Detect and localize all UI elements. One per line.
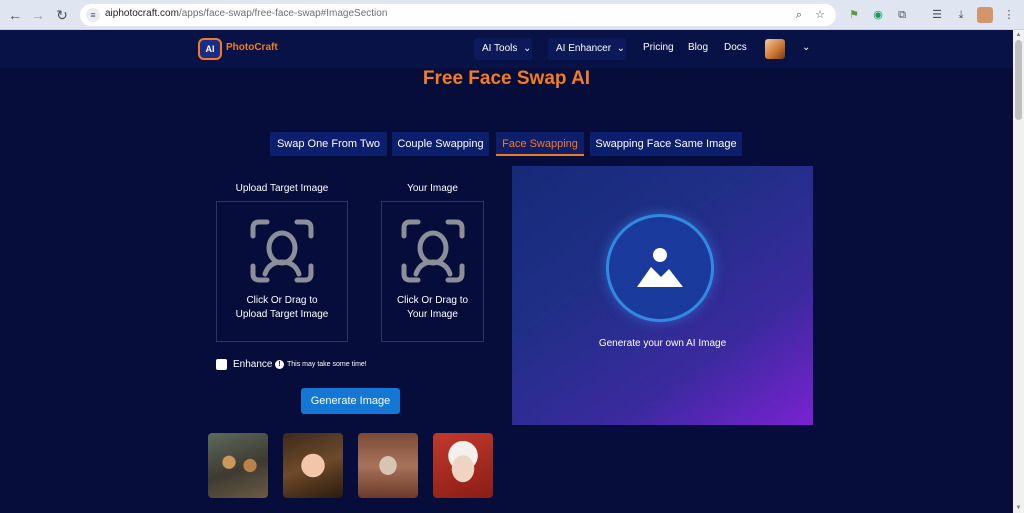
- browser-toolbar: ← → ↻ ≡ aiphotocraft.com/apps/face-swap/…: [0, 0, 1024, 30]
- face-scan-icon: [250, 219, 314, 283]
- url-path: /apps/face-swap/free-face-swap#ImageSect…: [178, 8, 388, 19]
- sample-image-2[interactable]: [283, 433, 343, 498]
- tab-couple-swapping[interactable]: Couple Swapping: [392, 132, 489, 156]
- your-image-prompt-line2: Your Image: [407, 309, 458, 320]
- reading-list-icon[interactable]: ☰: [929, 7, 945, 23]
- url-domain: aiphotocraft.com: [105, 8, 179, 19]
- menu-kebab-icon[interactable]: ⋮: [1001, 7, 1017, 23]
- enhance-note: This may take some time!: [287, 361, 367, 368]
- logo-mark: AI: [198, 38, 222, 60]
- upload-target-dropzone[interactable]: Click Or Drag to Upload Target Image: [216, 201, 348, 342]
- tab-swapping-face-same-image[interactable]: Swapping Face Same Image: [590, 132, 742, 156]
- scroll-up-icon[interactable]: ▲: [1013, 30, 1024, 40]
- sample-image-4[interactable]: [433, 433, 493, 498]
- your-image-prompt: Click Or Drag to Your Image: [382, 294, 483, 322]
- site-info-icon[interactable]: ≡: [86, 8, 100, 22]
- logo-text: PhotoCraft: [226, 42, 278, 53]
- upload-target-prompt-line2: Upload Target Image: [235, 309, 329, 320]
- grammar-extension-icon[interactable]: ◉: [870, 7, 886, 23]
- enhance-checkbox[interactable]: [216, 359, 227, 370]
- tab-swap-one-from-two[interactable]: Swap One From Two: [270, 132, 387, 156]
- site-header: AI PhotoCraft AI Tools ⌄ AI Enhancer ⌄ P…: [0, 30, 1013, 68]
- image-placeholder-icon: [637, 248, 683, 287]
- preview-placeholder: [606, 214, 714, 322]
- scroll-thumb[interactable]: [1015, 40, 1022, 120]
- forward-arrow-icon[interactable]: →: [29, 6, 47, 24]
- scroll-down-icon[interactable]: ▼: [1013, 503, 1024, 513]
- profile-avatar-icon[interactable]: [977, 7, 993, 23]
- your-image-dropzone[interactable]: Click Or Drag to Your Image: [381, 201, 484, 342]
- face-scan-icon: [401, 219, 464, 283]
- nav-ai-enhancer-label: AI Enhancer: [556, 43, 612, 54]
- sample-image-3[interactable]: [358, 433, 418, 498]
- extensions-puzzle-icon[interactable]: ⧉: [894, 7, 910, 23]
- nav-ai-tools[interactable]: AI Tools ⌄: [474, 38, 532, 60]
- tab-face-swapping[interactable]: Face Swapping: [496, 132, 584, 156]
- user-avatar[interactable]: [765, 39, 785, 59]
- address-bar[interactable]: ≡ aiphotocraft.com/apps/face-swap/free-f…: [80, 4, 836, 26]
- nav-pricing[interactable]: Pricing: [643, 42, 674, 53]
- extension-icon[interactable]: ⚑: [846, 7, 862, 23]
- zoom-icon[interactable]: ⌕: [792, 8, 806, 22]
- upload-target-prompt: Click Or Drag to Upload Target Image: [217, 294, 347, 322]
- chevron-down-icon[interactable]: ⌄: [802, 42, 810, 53]
- nav-ai-tools-label: AI Tools: [482, 43, 518, 54]
- address-bar-url[interactable]: aiphotocraft.com/apps/face-swap/free-fac…: [105, 8, 387, 19]
- page-scrollbar[interactable]: ▲ ▼: [1013, 30, 1024, 513]
- upload-target-label: Upload Target Image: [235, 183, 329, 194]
- generate-image-button[interactable]: Generate Image: [301, 388, 400, 414]
- your-image-label: Your Image: [407, 183, 458, 194]
- page-title: Free Face Swap AI: [422, 68, 591, 89]
- nav-ai-enhancer[interactable]: AI Enhancer ⌄: [548, 38, 626, 60]
- info-icon: !: [275, 360, 284, 369]
- bookmark-star-icon[interactable]: ☆: [813, 8, 827, 22]
- site-logo[interactable]: AI PhotoCraft: [198, 38, 284, 60]
- upload-target-prompt-line1: Click Or Drag to: [246, 295, 318, 306]
- your-image-prompt-line1: Click Or Drag to: [396, 295, 469, 306]
- reload-icon[interactable]: ↻: [53, 6, 71, 24]
- chevron-down-icon: ⌄: [613, 43, 625, 54]
- nav-blog[interactable]: Blog: [688, 42, 708, 53]
- sample-image-1[interactable]: [208, 433, 268, 498]
- result-preview-panel: Generate your own AI Image: [512, 166, 813, 425]
- enhance-label[interactable]: Enhance: [233, 359, 272, 370]
- download-icon[interactable]: ⤓: [953, 7, 969, 23]
- nav-docs[interactable]: Docs: [724, 42, 747, 53]
- chevron-down-icon: ⌄: [520, 43, 532, 54]
- preview-caption: Generate your own AI Image: [598, 338, 727, 349]
- back-arrow-icon[interactable]: ←: [6, 6, 24, 24]
